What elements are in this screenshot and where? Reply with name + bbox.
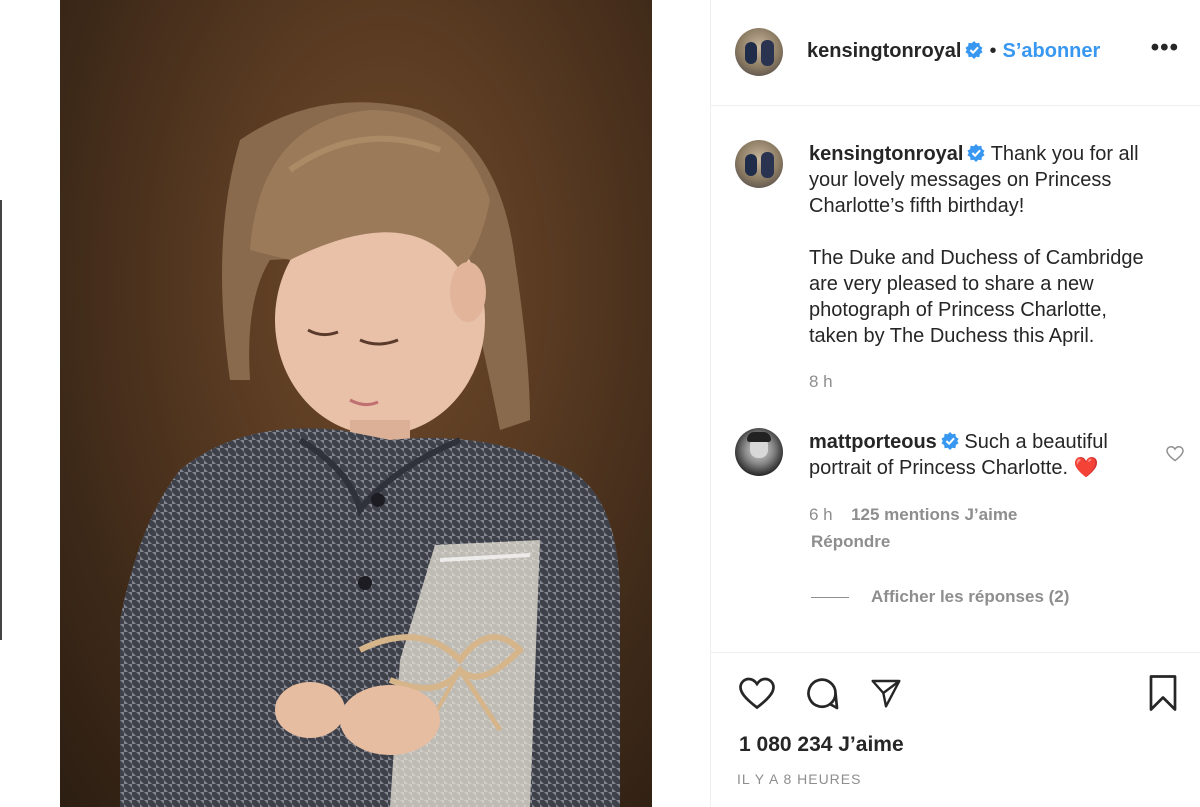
photo-illustration: [120, 102, 620, 807]
reply-button[interactable]: Répondre: [811, 532, 890, 552]
caption-author-avatar[interactable]: [735, 140, 783, 188]
heart-icon[interactable]: [739, 677, 775, 711]
caption-line-1: kensingtonroyal Thank you for all: [809, 141, 1189, 167]
commenter-avatar[interactable]: [735, 428, 783, 476]
comment-icon[interactable]: [804, 675, 840, 711]
caption-text: your lovely messages on Princess: [809, 169, 1112, 191]
author-row: kensingtonroyal • S’abonner: [807, 40, 1100, 63]
gutter: [652, 0, 710, 807]
verified-icon: [941, 432, 959, 450]
separator-dot: •: [989, 40, 997, 62]
share-icon[interactable]: [869, 677, 903, 709]
comment-text: Such a beautiful: [964, 431, 1108, 453]
comment-line-2: portrait of Princess Charlotte. ❤️: [809, 455, 1149, 481]
author-avatar[interactable]: [735, 28, 783, 76]
commenter-username[interactable]: mattporteous: [809, 431, 937, 453]
post-timestamp[interactable]: IL Y A 8 HEURES: [737, 771, 861, 787]
left-margin: [0, 0, 60, 807]
caption-timestamp[interactable]: 8 h: [809, 369, 1189, 395]
post-header: kensingtonroyal • S’abonner •••: [711, 0, 1200, 106]
caption-text: are very pleased to share a new: [809, 273, 1094, 295]
window-edge: [0, 200, 2, 640]
comment-text: portrait of Princess Charlotte.: [809, 457, 1068, 479]
view-replies-button[interactable]: Afficher les réponses (2): [871, 587, 1069, 606]
bookmark-icon[interactable]: [1147, 675, 1179, 711]
post-details-panel: kensingtonroyal • S’abonner ••• kensington…: [710, 0, 1200, 807]
post-photo[interactable]: [60, 0, 652, 807]
caption-text: The Duke and Duchess of Cambridge: [809, 247, 1144, 269]
caption-text: taken by The Duchess this April.: [809, 325, 1095, 347]
comment: mattporteous Such a beautiful portrait o…: [809, 429, 1149, 481]
comment-meta: 6 h 125 mentions J’aime: [809, 505, 1017, 525]
follow-button[interactable]: S’abonner: [1003, 40, 1101, 62]
post-like-count[interactable]: 1 080 234 J’aime: [739, 733, 904, 757]
caption-text: Charlotte’s fifth birthday!: [809, 195, 1025, 217]
comment-line-1: mattporteous Such a beautiful: [809, 429, 1149, 455]
verified-icon: [965, 41, 984, 59]
verified-icon: [967, 144, 986, 162]
red-heart-emoji: ❤️: [1073, 457, 1099, 479]
caption-text: photograph of Princess Charlotte,: [809, 299, 1107, 321]
more-options-icon[interactable]: •••: [1151, 36, 1179, 60]
comment-timestamp[interactable]: 6 h: [809, 505, 833, 524]
caption-text: Thank you for all: [990, 143, 1139, 165]
post-actions: 1 080 234 J’aime IL Y A 8 HEURES: [711, 652, 1200, 807]
author-username[interactable]: kensingtonroyal: [807, 40, 961, 62]
view-replies-row[interactable]: Afficher les réponses (2): [811, 587, 1069, 607]
replies-divider: [811, 597, 849, 599]
caption: kensingtonroyal Thank you for all your l…: [809, 141, 1189, 395]
comment-like-heart-icon[interactable]: [1166, 446, 1184, 462]
caption-author-username[interactable]: kensingtonroyal: [809, 143, 963, 165]
comment-like-count[interactable]: 125 mentions J’aime: [851, 505, 1017, 524]
